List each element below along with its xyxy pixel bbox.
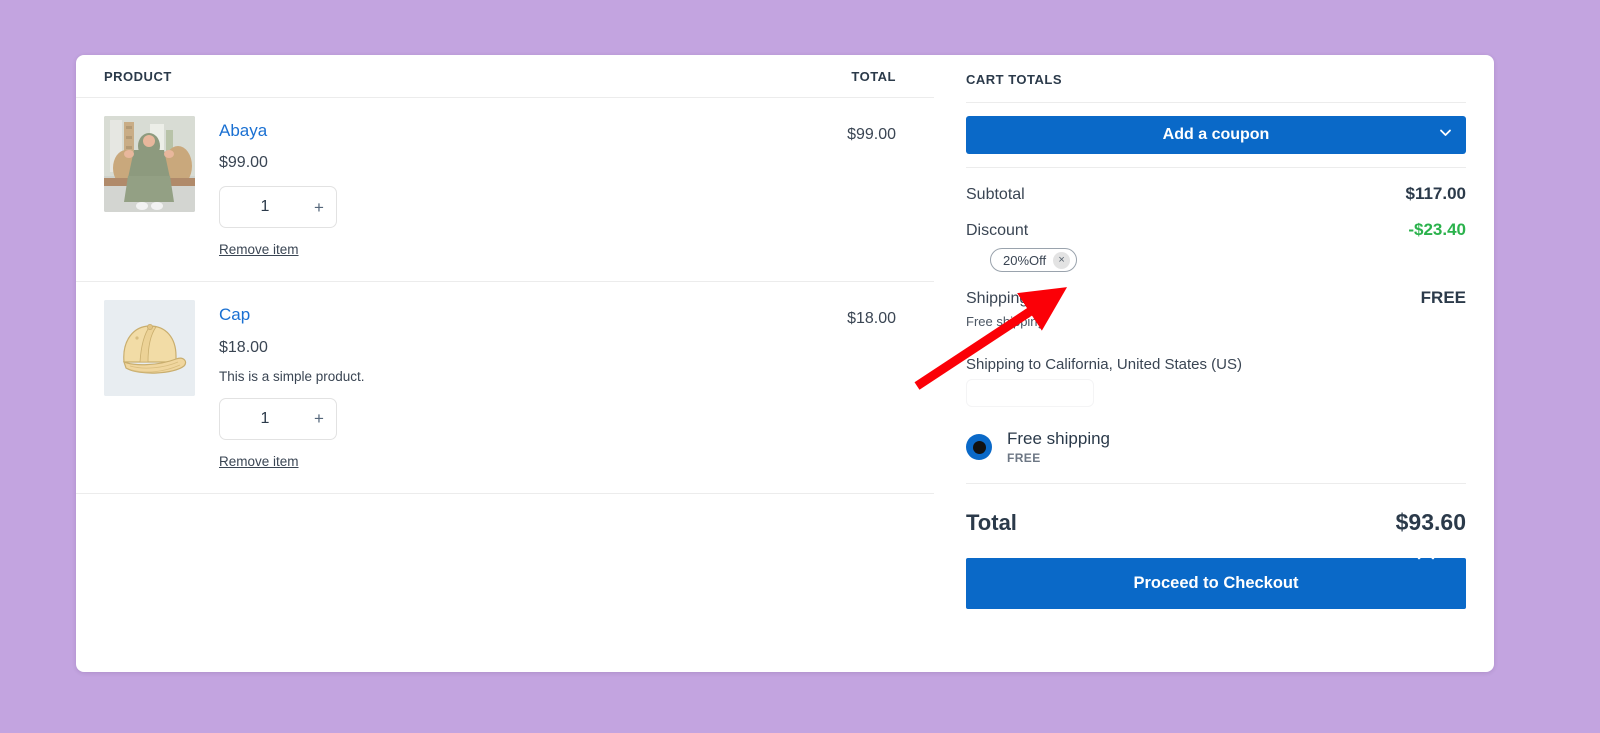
product-details: Cap $18.00 This is a simple product. 1 +… [219,300,847,470]
remove-item-link[interactable]: Remove item [219,454,299,469]
cart-items-list: Abaya $99.00 1 + Remove item $99.00 Cap … [76,98,934,494]
table-row: Abaya $99.00 1 + Remove item $99.00 [76,98,934,283]
shipping-method-title: Free shipping [1007,429,1111,448]
applied-coupons: 20%Off × [966,240,1466,272]
shipping-method-price: FREE [1007,451,1041,465]
product-link[interactable]: Abaya [219,121,267,141]
product-unit-price: $18.00 [219,338,268,356]
proceed-to-checkout-button[interactable]: Proceed to Checkout [966,558,1466,609]
shipping-row: Shipping FREE [966,272,1466,308]
column-header-total: TOTAL [851,68,896,84]
remove-coupon-icon[interactable]: × [1053,251,1071,269]
total-value: $93.60 [1395,509,1466,535]
discount-row: Discount -$23.40 [966,204,1466,240]
discount-label: Discount [966,222,1029,239]
quantity-stepper[interactable]: 1 + [219,186,337,229]
shipping-value: FREE [1420,288,1466,307]
chevron-down-icon [1437,124,1454,146]
subtotal-label: Subtotal [966,186,1025,203]
table-row: Cap $18.00 This is a simple product. 1 +… [76,282,934,494]
line-item-total: $99.00 [847,126,896,143]
shipping-method-radio[interactable] [966,434,992,460]
discount-value: -$23.40 [1408,220,1466,239]
cart-totals-panel: CART TOTALS Add a coupon Subtotal $117.0… [934,55,1494,672]
shipping-address: Shipping to California, United States (U… [966,356,1242,373]
product-unit-price: $99.00 [219,154,268,172]
product-link[interactable]: Cap [219,305,250,325]
quantity-value[interactable]: 1 [220,198,302,216]
cart-card: PRODUCT TOTAL Abaya $99.00 1 + Remove it… [76,55,1494,672]
column-header-product: PRODUCT [104,68,172,84]
coupon-section: Add a coupon [966,103,1466,168]
shipping-note: Free shipping [966,314,1045,329]
add-coupon-button[interactable]: Add a coupon [966,116,1466,154]
cart-table-header: PRODUCT TOTAL [76,55,934,98]
line-item-total: $18.00 [847,310,896,328]
total-label: Total [966,510,1017,535]
checkout-section: Proceed to Checkout [966,549,1466,609]
chevron-up-icon[interactable] [1408,536,1444,562]
cart-items-panel: PRODUCT TOTAL Abaya $99.00 1 + Remove it… [76,55,934,672]
product-details: Abaya $99.00 1 + Remove item [219,116,847,259]
coupon-chip-label: 20%Off [1003,252,1047,268]
change-address-button[interactable] [966,379,1094,407]
quantity-stepper[interactable]: 1 + [219,397,337,440]
shipping-method-text: Free shipping FREE [1007,429,1110,465]
quantity-increase-button[interactable]: + [302,199,336,216]
remove-item-link[interactable]: Remove item [219,242,299,257]
shipping-label: Shipping [966,290,1029,307]
product-thumbnail-cap[interactable] [104,300,195,397]
subtotal-value: $117.00 [1405,184,1466,203]
add-coupon-label: Add a coupon [1162,126,1270,143]
subtotal-row: Subtotal $117.00 [966,168,1466,204]
product-description: This is a simple product. [219,368,365,384]
order-total-row: Total $93.60 [966,484,1466,558]
cart-totals-title: CART TOTALS [966,55,1466,103]
product-thumbnail-abaya[interactable] [104,116,195,212]
shipping-method-option[interactable]: Free shipping FREE [966,429,1466,484]
coupon-chip[interactable]: 20%Off × [990,248,1078,272]
quantity-increase-button[interactable]: + [302,410,336,427]
quantity-value[interactable]: 1 [220,410,302,428]
